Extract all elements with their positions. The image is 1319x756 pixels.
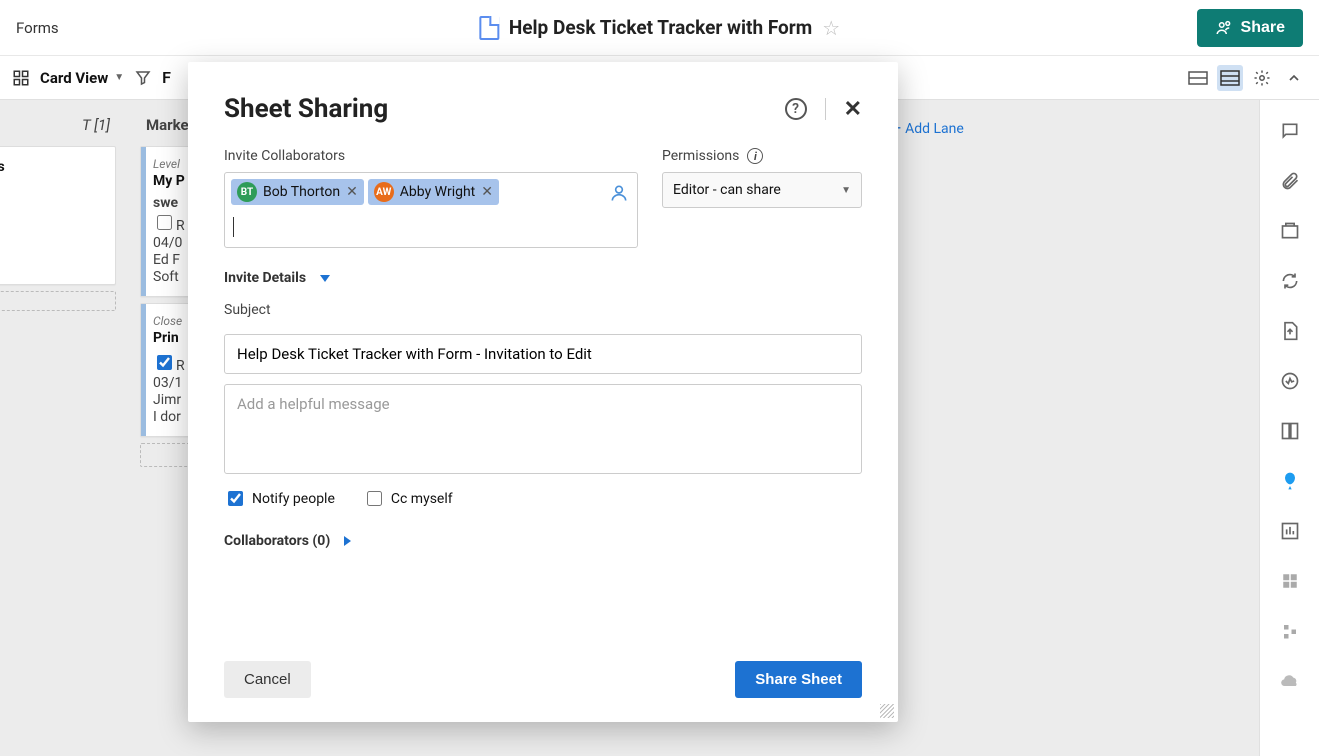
card-checkbox[interactable]	[157, 215, 172, 230]
cc-checkbox-label[interactable]: Cc myself	[363, 488, 453, 509]
permissions-select[interactable]: Editor - can share ▼	[662, 172, 862, 208]
sheet-icon	[479, 16, 499, 40]
subject-label: Subject	[224, 302, 862, 318]
publish-icon[interactable]	[1279, 320, 1301, 342]
row-compact-icon[interactable]	[1185, 65, 1211, 91]
view-switcher[interactable]: Card View ▼	[40, 69, 124, 87]
chip-name: Abby Wright	[400, 184, 475, 200]
text-cursor	[233, 217, 234, 237]
resize-handle[interactable]	[880, 704, 894, 718]
connector-icon[interactable]	[1279, 620, 1301, 642]
page-title: Help Desk Ticket Tracker with Form	[509, 16, 812, 39]
contacts-icon[interactable]	[609, 183, 629, 203]
card-checkbox[interactable]	[157, 355, 172, 370]
permissions-value: Editor - can share	[673, 182, 781, 198]
add-lane-button[interactable]: +Add Lane	[892, 118, 964, 137]
caret-down-icon: ▼	[114, 72, 124, 83]
notify-checkbox[interactable]	[228, 491, 243, 506]
collaborators-toggle[interactable]: Collaborators (0)	[224, 533, 862, 549]
share-sheet-button[interactable]: Share Sheet	[735, 661, 862, 698]
collaborator-chip: AW Abby Wright ✕	[368, 179, 499, 205]
divider	[825, 98, 826, 120]
update-requests-icon[interactable]	[1279, 270, 1301, 292]
avatar: BT	[237, 182, 257, 202]
cloud-icon[interactable]	[1279, 670, 1301, 692]
sheet-sharing-modal: Sheet Sharing ? ✕ Invite Collaborators B…	[188, 62, 898, 722]
collaborators-input[interactable]: BT Bob Thorton ✕ AW Abby Wright ✕	[224, 172, 638, 248]
caret-down-icon: ▼	[841, 185, 851, 196]
info-icon[interactable]: i	[747, 148, 763, 164]
filter-icon[interactable]	[134, 69, 152, 87]
gear-icon[interactable]	[1249, 65, 1275, 91]
balloon-icon[interactable]	[1279, 470, 1301, 492]
card[interactable]: working. It keeps e error messa… r	[0, 146, 116, 285]
triangle-down-icon	[320, 275, 330, 282]
card-title: working. It keeps	[0, 159, 103, 175]
row-normal-icon[interactable]	[1217, 65, 1243, 91]
lane-header: T [1]	[0, 110, 120, 140]
attachments-icon[interactable]	[1279, 170, 1301, 192]
breadcrumb-forms[interactable]: Forms	[16, 19, 59, 37]
chip-name: Bob Thorton	[263, 184, 340, 200]
filter-label-truncated: F	[162, 68, 171, 87]
star-icon[interactable]: ☆	[822, 16, 840, 40]
grid-icon	[12, 69, 30, 87]
invite-details-toggle[interactable]: Invite Details	[224, 270, 862, 286]
avatar: AW	[374, 182, 394, 202]
close-icon[interactable]: ✕	[844, 97, 862, 122]
card-line: r	[0, 257, 103, 273]
notify-checkbox-label[interactable]: Notify people	[224, 488, 335, 509]
chip-remove-icon[interactable]: ✕	[346, 184, 358, 200]
subject-input[interactable]	[224, 334, 862, 374]
modal-title: Sheet Sharing	[224, 94, 388, 124]
share-button-label: Share	[1241, 19, 1285, 37]
chart-icon[interactable]	[1279, 520, 1301, 542]
view-label: Card View	[40, 69, 108, 87]
chip-remove-icon[interactable]: ✕	[481, 184, 493, 200]
invite-label: Invite Collaborators	[224, 148, 638, 164]
cancel-button[interactable]: Cancel	[224, 661, 311, 698]
share-button[interactable]: Share	[1197, 9, 1303, 47]
summary-icon[interactable]	[1279, 420, 1301, 442]
proofs-icon[interactable]	[1279, 220, 1301, 242]
cc-checkbox[interactable]	[367, 491, 382, 506]
apps-icon[interactable]	[1279, 570, 1301, 592]
collaborator-chip: BT Bob Thorton ✕	[231, 179, 364, 205]
chevron-up-icon[interactable]	[1281, 65, 1307, 91]
card-line: e error messa…	[0, 181, 103, 197]
add-card[interactable]: +	[0, 291, 116, 311]
comments-icon[interactable]	[1279, 120, 1301, 142]
activity-icon[interactable]	[1279, 370, 1301, 392]
message-textarea[interactable]	[224, 384, 862, 474]
help-icon[interactable]: ?	[785, 98, 807, 120]
triangle-right-icon	[344, 536, 351, 546]
permissions-label: Permissions i	[662, 148, 862, 164]
